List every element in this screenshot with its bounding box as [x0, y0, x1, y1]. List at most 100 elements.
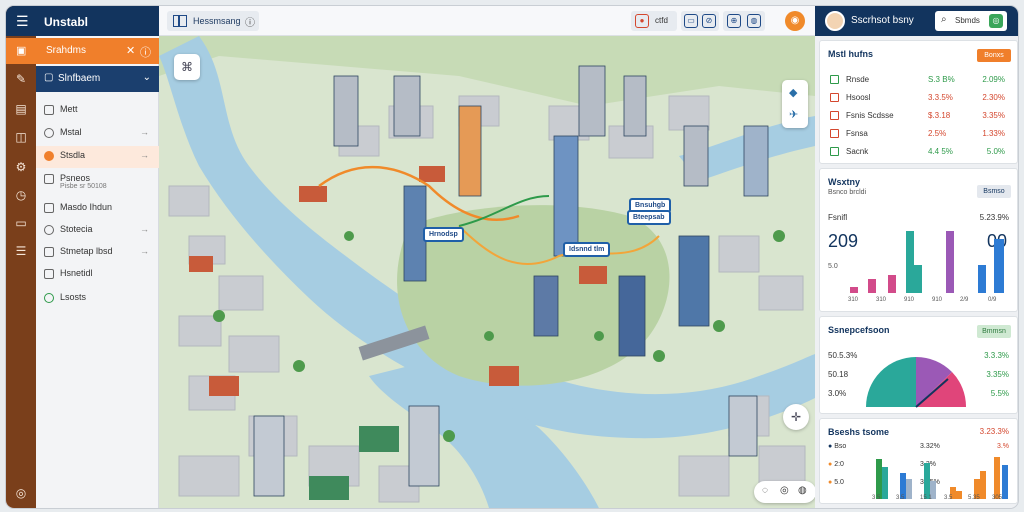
- map-toolbar: Hessmsang ⓘ ● ctfd ▭ ⊘ ⊕ ◍ ◉: [159, 6, 815, 36]
- sidebar-item[interactable]: Mstal →: [36, 123, 159, 145]
- zoom-out-icon[interactable]: ◌: [762, 485, 768, 496]
- compass-icon[interactable]: ⊘: [702, 14, 716, 28]
- circle-icon: [44, 128, 54, 138]
- clock-icon[interactable]: ◷: [14, 188, 28, 202]
- metric-row[interactable]: Fsnis Scdsse $.3.18 3.35%: [828, 109, 1011, 123]
- search-go-icon[interactable]: ◎: [989, 14, 1003, 28]
- bar: [914, 265, 922, 293]
- search-input[interactable]: Sbmds: [955, 16, 980, 25]
- tool-group: ⊕ ◍: [723, 11, 765, 31]
- map-marker-label[interactable]: Hrnodsp: [423, 227, 464, 242]
- sidebar-item-active[interactable]: Stsdla →: [36, 146, 159, 168]
- sidebar-item-selected[interactable]: ▢ Slnfbaem ⌄: [36, 66, 159, 92]
- metric-change: 2.09%: [982, 75, 1005, 84]
- dot-icon: [44, 151, 54, 161]
- arrow-icon: →: [140, 127, 149, 137]
- settings-icon[interactable]: ⚙: [14, 160, 28, 174]
- database-icon[interactable]: ▤: [14, 102, 28, 116]
- checkbox[interactable]: [830, 129, 839, 138]
- checkbox[interactable]: [830, 147, 839, 156]
- city-map[interactable]: Hrnodsp Idsnnd tlm Bnsuhgb Bteepsab ⌘ ◆ …: [159, 36, 815, 508]
- globe-icon[interactable]: ◍: [747, 14, 761, 28]
- analytics-panel: Mstl hufns Bonxs Rnsde S.3 B% 2.09% Hsoosl 3…: [815, 36, 1018, 508]
- menu-icon[interactable]: ☰: [16, 13, 29, 30]
- sidebar-item[interactable]: Stmetap lbsd →: [36, 242, 159, 264]
- avatar[interactable]: [825, 11, 845, 31]
- axis-tick-label: 5.35: [968, 495, 980, 501]
- sidebar-item[interactable]: Psneos Pisbe sr 50108: [36, 169, 159, 197]
- map-marker-label[interactable]: Bteepsab: [627, 210, 671, 225]
- axis-tick-label: 0/9: [988, 297, 997, 303]
- sidebar-item-label: Masdo Ihdun: [60, 202, 113, 212]
- target-icon[interactable]: ⊕: [727, 14, 741, 28]
- window-icon[interactable]: ▭: [684, 14, 698, 28]
- bar: [978, 265, 986, 293]
- map-marker-label[interactable]: Idsnnd tlm: [563, 242, 611, 257]
- app-window: ⌂ ✎ ▤ ◫ ⚙ ◷ ▭ ☰ ◎ ☰ Unstabl ▣ Srahdms ✕ …: [6, 6, 1018, 508]
- reset-icon[interactable]: ◎: [780, 485, 789, 496]
- map-canvas: [159, 36, 815, 508]
- graduation-icon[interactable]: ✎: [14, 72, 28, 86]
- metric-row[interactable]: Sacnk 4.4 5% 5.0%: [828, 145, 1011, 159]
- arrow-icon: →: [140, 150, 149, 160]
- sidebar-item[interactable]: Hsnetidl: [36, 264, 159, 286]
- layers-button[interactable]: ⌘: [174, 54, 200, 80]
- bar: [888, 275, 896, 293]
- user-name: Sscrhsot bsny: [851, 15, 914, 26]
- metric-row[interactable]: Fsnsa 2.5% 1.33%: [828, 127, 1011, 141]
- sidebar-item-label: Slnfbaem: [58, 73, 101, 84]
- logout-icon[interactable]: ◎: [14, 486, 28, 500]
- checkbox[interactable]: [830, 111, 839, 120]
- sidebar-item-label: Mett: [60, 104, 78, 114]
- metric-change: 2.30%: [982, 93, 1005, 102]
- sidebar-section-label: Srahdms: [46, 45, 87, 56]
- card-action-button[interactable]: Bonxs: [977, 49, 1011, 62]
- sidebar-section-primary[interactable]: ▣ Srahdms ✕ ⓘ: [6, 38, 159, 64]
- search-box[interactable]: ⌕ Sbmds ◎: [935, 11, 1007, 31]
- box-icon: ▢: [44, 72, 54, 83]
- tool-group: ● ctfd: [631, 11, 677, 31]
- document-icon[interactable]: ▭: [14, 216, 28, 230]
- grid-icon: [44, 105, 54, 115]
- info-icon[interactable]: ⓘ: [140, 44, 151, 60]
- checkbox[interactable]: [830, 93, 839, 102]
- close-icon[interactable]: ✕: [126, 44, 135, 57]
- folder-icon: ▣: [16, 45, 27, 57]
- chart-icon[interactable]: ◫: [14, 130, 28, 144]
- arrow-icon: →: [140, 246, 149, 256]
- sidebar-item[interactable]: Mett: [36, 100, 159, 122]
- bar: [994, 239, 1004, 293]
- user-bar: Sscrhsot bsny ⌕ Sbmds ◎: [815, 6, 1018, 36]
- checkbox[interactable]: [830, 75, 839, 84]
- metric-name: Rnsde: [846, 75, 870, 84]
- icon-rail: ⌂ ✎ ▤ ◫ ⚙ ◷ ▭ ☰ ◎: [6, 6, 36, 508]
- compass-icon[interactable]: ◆: [789, 86, 797, 99]
- doc-icon: [44, 203, 54, 213]
- breakdown-card: Bseshs tsome 3.23.3% ● Bso3.32%3.%● 2:03…: [819, 418, 1018, 504]
- notification-button[interactable]: ◉: [785, 11, 805, 31]
- image-icon: [44, 269, 54, 279]
- link-icon: [44, 247, 54, 257]
- map-title: Hessmsang: [193, 16, 241, 26]
- zoom-in-icon[interactable]: ◍: [798, 485, 807, 496]
- navigate-icon[interactable]: ✈: [789, 108, 798, 121]
- crosshair-button[interactable]: ✛: [783, 404, 809, 430]
- map-title-tab[interactable]: Hessmsang ⓘ: [167, 11, 259, 31]
- sidebar-item-label: Mstal: [60, 127, 82, 137]
- map-zoom-control: ◌ ◎ ◍: [754, 481, 815, 503]
- sidebar-item[interactable]: Stotecia →: [36, 220, 159, 242]
- sidebar-item-sub: Pisbe sr 50108: [60, 183, 107, 190]
- metric-row[interactable]: Hsoosl 3.3.5% 2.30%: [828, 91, 1011, 105]
- tool-text: ctfd: [655, 16, 668, 25]
- bar: [946, 231, 954, 293]
- status-icon: [44, 293, 54, 303]
- metric-change: 5.0%: [986, 147, 1005, 156]
- alert-icon[interactable]: ●: [635, 14, 649, 28]
- axis-tick-label: 3.5: [896, 495, 905, 501]
- sidebar-item[interactable]: Masdo Ihdun: [36, 198, 159, 220]
- layers-icon[interactable]: ☰: [14, 244, 28, 258]
- info-icon[interactable]: ⓘ: [245, 14, 255, 29]
- metric-row[interactable]: Rnsde S.3 B% 2.09%: [828, 73, 1011, 87]
- sidebar-item[interactable]: Lsosts: [36, 288, 159, 310]
- axis-tick-label: 310: [876, 297, 887, 303]
